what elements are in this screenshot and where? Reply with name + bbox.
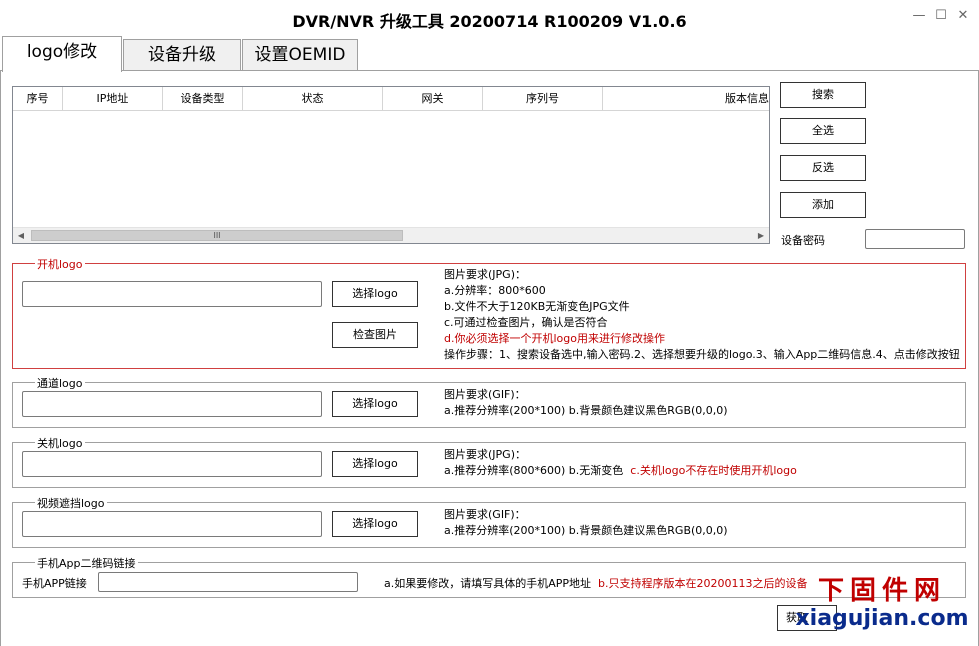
boot-logo-req-warning: d.你必须选择一个开机logo用来进行修改操作 [444,332,665,345]
boot-logo-title: 开机logo [35,256,85,272]
tab-set-oemid[interactable]: 设置OEMID [242,39,358,71]
site-watermark: 下固件网 xiagujian.com [792,576,972,632]
watermark-en: xiagujian.com [795,606,969,631]
column-header-gateway[interactable]: 网关 [383,87,483,111]
title-bar: DVR/NVR 升级工具 20200714 R100209 V1.0.6 — ☐… [0,0,979,36]
app-link-note-warning: b.只支持程序版本在20200113之后的设备 [598,577,808,590]
select-all-button[interactable]: 全选 [780,118,866,144]
window-title: DVR/NVR 升级工具 20200714 R100209 V1.0.6 [292,12,687,31]
device-table[interactable]: 序号 IP地址 设备类型 状态 网关 序列号 版本信息 ◀ III ▶ [12,86,770,244]
video-mask-logo-title: 视频遮挡logo [35,495,107,511]
shutdown-logo-req-line: 图片要求(JPG)： [444,448,526,461]
scroll-left-arrow-icon[interactable]: ◀ [13,228,29,243]
maximize-button[interactable]: ☐ [934,8,948,24]
watermark-cn: 下固件网 [817,576,946,606]
shutdown-logo-requirements: 图片要求(JPG)： a.推荐分辨率(800*600) b.无渐变色 c.关机l… [444,447,797,479]
channel-logo-title: 通道logo [35,375,85,391]
search-button[interactable]: 搜索 [780,82,866,108]
boot-logo-req-line: 图片要求(JPG)： [444,268,526,281]
column-header-index[interactable]: 序号 [13,87,63,111]
tab-strip: logo修改 设备升级 设置OEMID [0,36,979,72]
app-link-label: 手机APP链接 [22,577,87,590]
channel-logo-requirements: 图片要求(GIF)： a.推荐分辨率(200*100) b.背景颜色建议黑色RG… [444,387,728,419]
video-mask-logo-requirements: 图片要求(GIF)： a.推荐分辨率(200*100) b.背景颜色建议黑色RG… [444,507,728,539]
invert-selection-button[interactable]: 反选 [780,155,866,181]
app-qr-title: 手机App二维码链接 [35,555,138,571]
channel-logo-req-line: 图片要求(GIF)： [444,388,526,401]
minimize-button[interactable]: — [912,8,926,24]
shutdown-logo-path-input[interactable] [22,451,322,477]
channel-logo-req-line: a.推荐分辨率(200*100) b.背景颜色建议黑色RGB(0,0,0) [444,404,728,417]
shutdown-logo-select-button[interactable]: 选择logo [332,451,418,477]
boot-logo-select-button[interactable]: 选择logo [332,281,418,307]
video-mask-logo-path-input[interactable] [22,511,322,537]
column-header-device-type[interactable]: 设备类型 [163,87,243,111]
scroll-right-arrow-icon[interactable]: ▶ [753,228,769,243]
shutdown-logo-req-warning: c.关机logo不存在时使用开机logo [630,464,797,477]
boot-logo-req-line: c.可通过检查图片，确认是否符合 [444,316,608,329]
video-mask-logo-req-line: 图片要求(GIF)： [444,508,526,521]
boot-logo-req-line: a.分辨率：800*600 [444,284,546,297]
column-header-status[interactable]: 状态 [243,87,383,111]
add-button[interactable]: 添加 [780,192,866,218]
column-header-ip[interactable]: IP地址 [63,87,163,111]
app-link-note-text: a.如果要修改，请填写具体的手机APP地址 [384,577,592,590]
boot-logo-requirements: 图片要求(JPG)： a.分辨率：800*600 b.文件不大于120KB无渐变… [444,267,960,363]
shutdown-logo-req-line: a.推荐分辨率(800*600) b.无渐变色 c.关机logo不存在时使用开机… [444,463,797,479]
tab-device-upgrade[interactable]: 设备升级 [123,39,241,71]
column-header-version[interactable]: 版本信息 [603,87,769,111]
boot-logo-check-button[interactable]: 检查图片 [332,322,418,348]
video-mask-logo-req-line: a.推荐分辨率(200*100) b.背景颜色建议黑色RGB(0,0,0) [444,524,728,537]
boot-logo-path-input[interactable] [22,281,322,307]
app-link-input[interactable] [98,572,358,592]
video-mask-logo-select-button[interactable]: 选择logo [332,511,418,537]
boot-logo-steps: 操作步骤：1、搜索设备选中,输入密码.2、选择想要升级的logo.3、输入App… [444,348,960,361]
horizontal-scrollbar[interactable]: ◀ III ▶ [13,227,769,243]
shutdown-logo-title: 关机logo [35,435,85,451]
column-header-serial[interactable]: 序列号 [483,87,603,111]
scroll-thumb[interactable]: III [31,230,403,241]
channel-logo-select-button[interactable]: 选择logo [332,391,418,417]
close-button[interactable]: ✕ [956,8,970,24]
tab-logo-edit[interactable]: logo修改 [2,36,122,72]
device-password-input[interactable] [865,229,965,249]
app-link-note: a.如果要修改，请填写具体的手机APP地址 b.只支持程序版本在20200113… [384,575,808,591]
table-header: 序号 IP地址 设备类型 状态 网关 序列号 版本信息 [13,87,769,111]
channel-logo-path-input[interactable] [22,391,322,417]
boot-logo-req-line: b.文件不大于120KB无渐变色JPG文件 [444,300,630,313]
device-password-label: 设备密码 [781,234,825,247]
shutdown-logo-req-text: a.推荐分辨率(800*600) b.无渐变色 [444,464,624,477]
